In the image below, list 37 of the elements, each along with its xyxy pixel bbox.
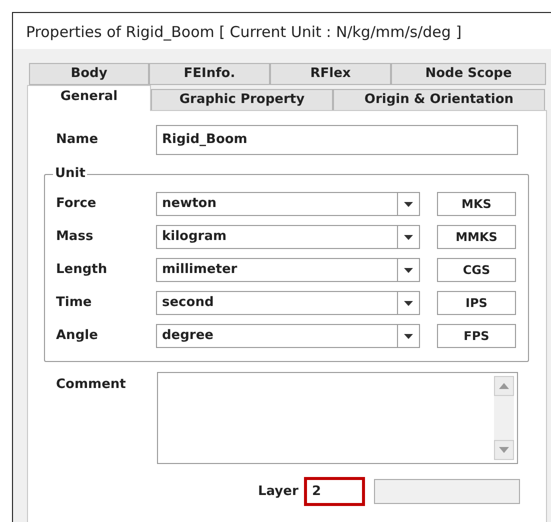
unit-dropdown[interactable]: kilogram xyxy=(156,225,420,249)
field-label: Name xyxy=(56,131,100,150)
dropdown-arrow-icon xyxy=(404,334,413,338)
dropdown-arrow-icon xyxy=(404,268,413,272)
unit-preset-button[interactable]: IPS xyxy=(437,291,516,315)
tab[interactable]: Node Scope xyxy=(391,63,546,85)
scrollbar[interactable] xyxy=(494,376,514,460)
unit-preset-button[interactable]: FPS xyxy=(437,324,516,348)
dropdown-arrow-icon xyxy=(404,202,413,206)
tab[interactable]: RFlex xyxy=(270,63,391,85)
field-label: Comment xyxy=(56,376,127,394)
field-label: Angle xyxy=(56,327,99,346)
scroll-up-icon[interactable] xyxy=(494,376,514,396)
unit-preset-button[interactable]: MKS xyxy=(437,192,516,216)
tab[interactable]: Origin & Orientation xyxy=(333,89,545,111)
unit-dropdown[interactable]: second xyxy=(156,291,420,315)
dropdown-arrow-icon xyxy=(404,300,413,306)
name-field[interactable]: Rigid_Boom xyxy=(156,125,518,155)
field-label: Length xyxy=(56,261,108,280)
field-label: Layer xyxy=(258,482,300,501)
field-label: Mass xyxy=(56,228,94,246)
unit-dropdown[interactable]: newton xyxy=(156,192,420,216)
tab[interactable]: FEInfo. xyxy=(149,63,270,85)
comment-field[interactable] xyxy=(157,372,518,464)
scroll-down-icon[interactable] xyxy=(494,440,514,460)
field-label: Force xyxy=(56,195,98,214)
field-label: Time xyxy=(56,294,93,312)
window-title: Properties of Rigid_Boom [ Current Unit : N/kg/mm/s/deg ] xyxy=(25,22,463,43)
tab[interactable]: Graphic Property xyxy=(151,89,333,111)
layer-field[interactable]: 2 xyxy=(304,477,365,506)
unit-dropdown[interactable]: degree xyxy=(156,324,420,348)
unit-preset-button[interactable]: CGS xyxy=(437,258,516,282)
tab[interactable]: Body xyxy=(29,63,149,85)
dropdown-arrow-icon xyxy=(404,234,413,240)
tab[interactable]: General xyxy=(27,85,151,111)
unit-preset-button[interactable]: MMKS xyxy=(437,225,516,249)
unit-dropdown[interactable]: millimeter xyxy=(156,258,420,282)
